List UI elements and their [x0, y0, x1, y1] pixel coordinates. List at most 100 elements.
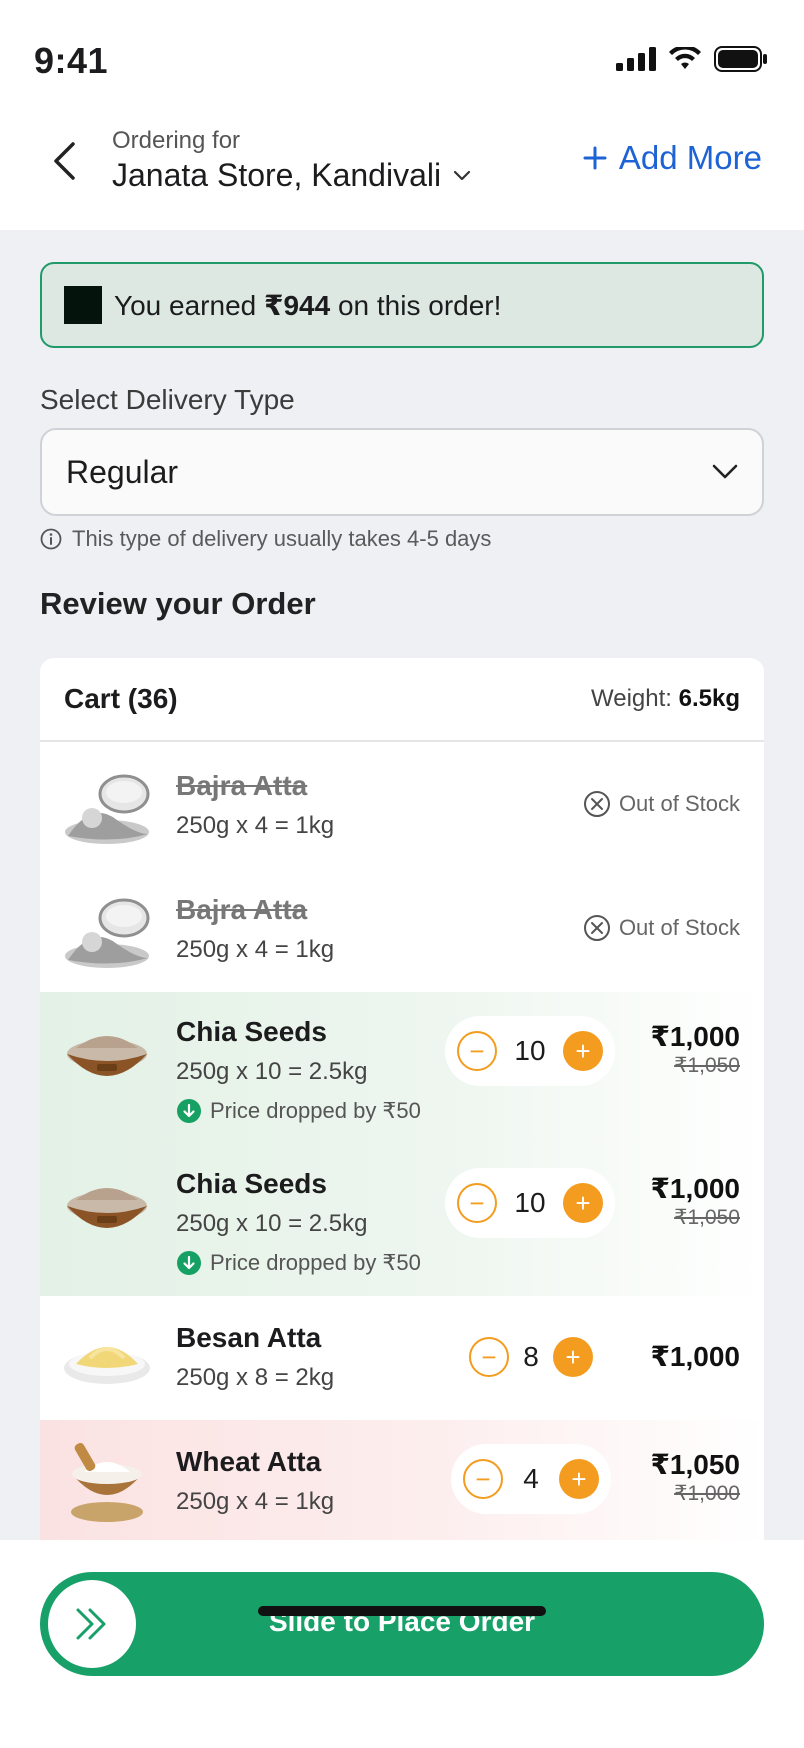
increment-button[interactable]: +	[552, 1337, 593, 1377]
cart-item: Chia Seeds 250g x 10 = 2.5kg Price dropp…	[40, 1144, 764, 1296]
cart-item: Besan Atta 250g x 8 = 2kg − 8 + ₹1,000	[40, 1296, 764, 1420]
earned-amount: ₹944	[264, 289, 331, 321]
decrement-button[interactable]: −	[457, 1183, 497, 1223]
item-price: ₹1,000 ₹1,050	[650, 1020, 740, 1078]
seed-bowl-image	[67, 1036, 147, 1076]
item-name: Chia Seeds	[176, 1016, 327, 1047]
item-quantity: 250g x 4 = 1kg	[176, 1488, 335, 1515]
earned-text: You earned ₹944 on this order!	[114, 289, 501, 322]
item-quantity: 250g x 8 = 2kg	[176, 1364, 335, 1391]
cart-item: Bajra Atta 250g x 4 = 1kg Out of Stock	[40, 744, 764, 868]
delivery-type-value: Regular	[66, 453, 179, 490]
quantity-value: 4	[523, 1463, 539, 1494]
cart-item: Bajra Atta 250g x 4 = 1kg Out of Stock	[40, 868, 764, 992]
cart-title: Cart (36)	[64, 683, 178, 714]
info-icon	[40, 528, 62, 550]
item-name: Bajra Atta	[176, 894, 308, 925]
out-of-stock-label: Out of Stock	[618, 791, 740, 816]
quantity-stepper: − 4 +	[451, 1444, 611, 1514]
arrow-down-circle-icon	[177, 1099, 201, 1123]
item-price: ₹1,000	[650, 1340, 740, 1373]
status-time: 9:41	[34, 40, 109, 81]
item-name: Chia Seeds	[176, 1168, 327, 1199]
price-original: ₹1,050	[674, 1206, 740, 1229]
price-original: ₹1,050	[674, 1054, 740, 1077]
flour-pile-image	[65, 774, 150, 844]
price-current: ₹1,000	[650, 1173, 740, 1204]
decrement-button[interactable]: −	[457, 1031, 497, 1071]
increment-button[interactable]: +	[563, 1031, 603, 1071]
earned-banner: You earned ₹944 on this order!	[40, 262, 764, 348]
item-price: ₹1,000 ₹1,050	[650, 1172, 740, 1230]
price-original: ₹1,000	[674, 1482, 740, 1505]
price-drop-note: Price dropped by ₹50	[176, 1098, 421, 1124]
flour-plate-image	[64, 1347, 150, 1384]
item-quantity: 250g x 4 = 1kg	[176, 936, 335, 963]
item-price: ₹1,050 ₹1,000	[650, 1448, 740, 1506]
arrow-down-circle-icon	[177, 1251, 201, 1275]
quantity-value: 8	[523, 1341, 539, 1372]
price-drop-text: Price dropped by ₹50	[210, 1250, 421, 1275]
status-bar: 9:41	[0, 0, 804, 115]
flour-bowl-image	[71, 1442, 143, 1522]
cart-item: Wheat Atta 250g x 4 = 1kg − 4 + ₹1,050 ₹…	[40, 1420, 764, 1540]
delivery-note: This type of delivery usually takes 4-5 …	[40, 526, 491, 552]
quantity-stepper: − 8 +	[457, 1322, 605, 1392]
chevron-down-icon	[453, 170, 471, 180]
earned-prefix: You earned	[114, 289, 264, 321]
seed-bowl-image	[67, 1188, 147, 1228]
store-name: Janata Store, Kandivali	[112, 157, 442, 193]
cart-header: Cart (36) Weight: 6.5kg	[40, 658, 764, 742]
decrement-button[interactable]: −	[463, 1459, 503, 1499]
plus-icon	[583, 146, 607, 170]
price-current: ₹1,000	[650, 1021, 740, 1052]
price-current: ₹1,000	[650, 1341, 740, 1372]
price-drop-note: Price dropped by ₹50	[176, 1250, 421, 1276]
cart-weight-value: 6.5kg	[678, 685, 740, 712]
battery-icon	[714, 46, 767, 72]
item-name: Bajra Atta	[176, 770, 308, 801]
flour-pile-image	[65, 898, 150, 968]
delivery-type-dropdown[interactable]: Regular	[40, 428, 764, 516]
decrement-button[interactable]: −	[469, 1337, 509, 1377]
out-of-stock-label: Out of Stock	[618, 915, 740, 940]
delivery-type-label: Select Delivery Type	[40, 384, 295, 415]
chevron-left-icon	[54, 142, 75, 180]
add-more-button[interactable]: Add More	[583, 139, 762, 177]
chevron-down-icon	[712, 464, 738, 479]
quantity-stepper: − 10 +	[445, 1016, 615, 1086]
earned-suffix: on this order!	[330, 289, 502, 321]
item-name: Wheat Atta	[176, 1446, 322, 1477]
status-icons	[616, 46, 768, 72]
item-quantity: 250g x 10 = 2.5kg	[176, 1210, 368, 1237]
cart-card: Cart (36) Weight: 6.5kg Bajra Atta 250g …	[40, 658, 764, 1540]
wifi-icon	[669, 47, 701, 69]
price-current: ₹1,050	[650, 1449, 740, 1480]
quantity-stepper: − 10 +	[445, 1168, 615, 1238]
price-drop-text: Price dropped by ₹50	[210, 1098, 421, 1123]
cellular-signal-icon	[616, 47, 656, 71]
add-more-label: Add More	[618, 139, 762, 176]
cart-weight-label: Weight:	[591, 685, 679, 712]
out-of-stock-badge: Out of Stock	[583, 790, 740, 818]
delivery-note-text: This type of delivery usually takes 4-5 …	[72, 526, 492, 551]
item-name: Besan Atta	[176, 1322, 322, 1353]
earned-badge-icon	[64, 286, 102, 324]
cart-item: Chia Seeds 250g x 10 = 2.5kg Price dropp…	[40, 992, 764, 1144]
item-quantity: 250g x 4 = 1kg	[176, 812, 335, 839]
store-selector[interactable]: Janata Store, Kandivali	[112, 157, 471, 194]
increment-button[interactable]: +	[558, 1459, 599, 1499]
back-button[interactable]	[40, 137, 88, 185]
close-circle-icon	[583, 915, 610, 941]
increment-button[interactable]: +	[563, 1183, 603, 1223]
header: Ordering for Janata Store, Kandivali Add…	[0, 115, 804, 230]
out-of-stock-badge: Out of Stock	[583, 914, 740, 942]
quantity-value: 10	[514, 1035, 546, 1066]
cart-weight: Weight: 6.5kg	[591, 685, 740, 713]
slide-to-place-order[interactable]: Slide to Place Order	[40, 1572, 764, 1676]
review-title: Review your Order	[40, 586, 316, 621]
item-quantity: 250g x 10 = 2.5kg	[176, 1058, 368, 1085]
quantity-value: 10	[514, 1187, 546, 1218]
close-circle-icon	[583, 791, 610, 817]
home-indicator	[258, 1606, 546, 1616]
